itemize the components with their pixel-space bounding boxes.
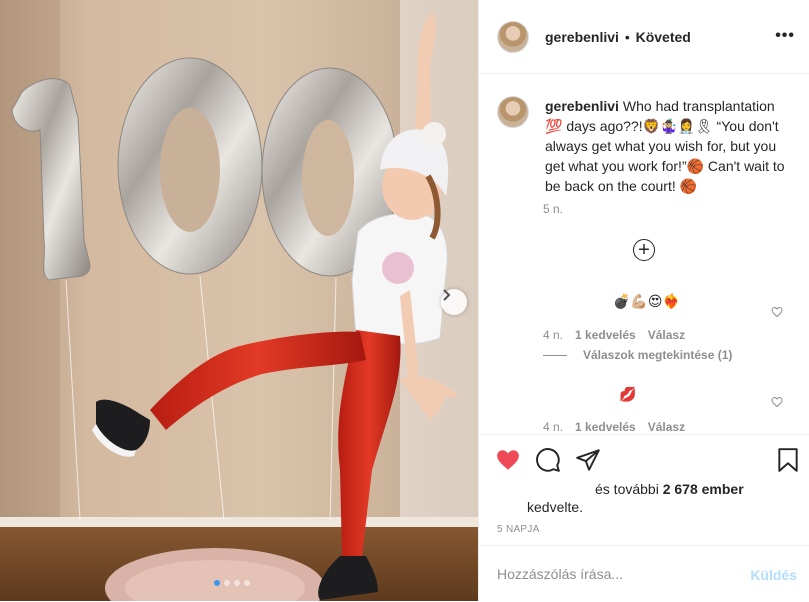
carousel-dot (214, 580, 220, 586)
carousel-dot (234, 580, 240, 586)
likes-suffix: kedvelte. (527, 499, 584, 515)
comment-meta: 4 n. 1 kedvelés Válasz (543, 420, 685, 434)
header-text: gerebenlivi • Követed (545, 29, 691, 45)
comment-like-heart-icon[interactable] (771, 396, 783, 408)
shirt-print (382, 252, 414, 284)
comment-text: 💋 (619, 386, 637, 402)
username-link[interactable]: gerebenlivi (545, 29, 619, 45)
caption-time: 5 n. (543, 202, 564, 216)
separator: • (624, 28, 630, 45)
caption-text: gerebenlivi Who had transplantation 💯 day… (545, 96, 791, 196)
beanie-pompom (422, 122, 446, 146)
likes-summary: és további 2 678 ember kedvelte. (527, 480, 777, 516)
action-bar (479, 434, 809, 478)
post-date[interactable]: 5 NAPJA (497, 524, 540, 535)
avatar[interactable] (497, 96, 529, 128)
comment-text: 💣💪🏼😍❤️‍🔥 (613, 293, 680, 309)
view-replies-button[interactable]: Válaszok megtekintése (1) (543, 348, 732, 362)
reply-button[interactable]: Válasz (648, 420, 685, 434)
comment-time: 4 n. (543, 328, 564, 342)
chevron-right-icon (443, 289, 451, 301)
likes-count-link[interactable]: 2 678 ember (663, 481, 744, 497)
balloon-string (329, 277, 337, 521)
carousel-dot (244, 580, 250, 586)
comment-bubble-icon[interactable] (535, 447, 561, 473)
avatar[interactable] (497, 20, 529, 53)
carousel-dot (224, 580, 230, 586)
balloon-zero-1-hole (160, 108, 220, 232)
carousel-indicator (214, 580, 250, 586)
comment-meta: 4 n. 1 kedvelés Válasz (543, 328, 685, 342)
view-replies-label: Válaszok megtekintése (1) (583, 348, 733, 362)
load-more-comments-button[interactable]: + (633, 239, 655, 261)
follow-status-button[interactable]: Követed (636, 29, 691, 45)
post-header: gerebenlivi • Követed ••• (479, 0, 809, 74)
photo-illustration (0, 0, 478, 601)
comment-likes-link[interactable]: 1 kedvelés (575, 420, 636, 434)
balloon-string (65, 279, 81, 521)
likes-prefix: és további (595, 481, 659, 497)
like-heart-icon[interactable] (495, 447, 521, 473)
comment-likes-link[interactable]: 1 kedvelés (575, 328, 636, 342)
share-paper-plane-icon[interactable] (575, 447, 601, 473)
more-options-icon[interactable]: ••• (775, 27, 795, 45)
balloon-zero-2-hole (302, 120, 354, 236)
comment-input[interactable] (495, 565, 739, 583)
replies-line (543, 354, 567, 356)
reply-button[interactable]: Válasz (648, 328, 685, 342)
comment-time: 4 n. (543, 420, 564, 434)
post-comment-button[interactable]: Küldés (750, 567, 797, 583)
caption-username-link[interactable]: gerebenlivi (545, 98, 619, 114)
add-comment-bar: Küldés (479, 545, 809, 602)
plus-circle-icon: + (638, 239, 650, 261)
comments-section[interactable]: gerebenlivi Who had transplantation 💯 day… (479, 74, 809, 434)
comment-like-heart-icon[interactable] (771, 306, 783, 318)
post-side-panel: gerebenlivi • Követed ••• gerebenlivi Who… (478, 0, 809, 601)
bookmark-icon[interactable] (775, 447, 801, 473)
caption: gerebenlivi Who had transplantation 💯 day… (497, 96, 791, 196)
baseboard (0, 517, 478, 527)
next-photo-button[interactable] (441, 289, 467, 315)
post-photo (0, 0, 478, 601)
instagram-post: gerebenlivi • Követed ••• gerebenlivi Who… (0, 0, 809, 601)
